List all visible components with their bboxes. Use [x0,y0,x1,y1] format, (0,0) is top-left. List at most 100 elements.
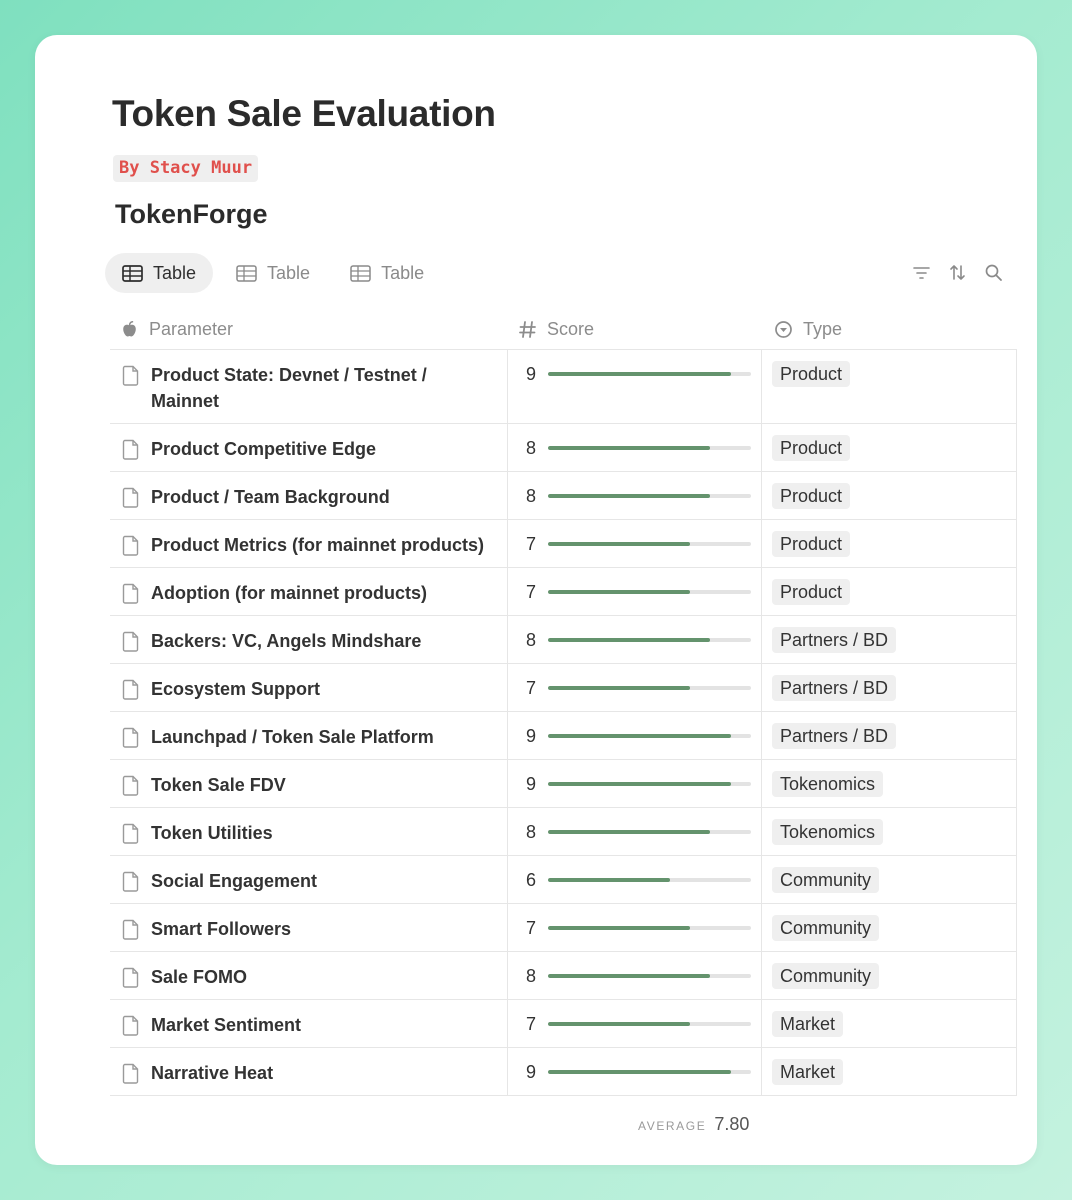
score-cell[interactable]: 8 [508,808,762,855]
score-cell[interactable]: 7 [508,520,762,567]
type-cell[interactable]: Tokenomics [762,760,1017,807]
type-cell[interactable]: Product [762,472,1017,519]
parameter-cell[interactable]: Narrative Heat [110,1048,508,1095]
search-icon[interactable] [984,263,1003,282]
score-bar-fill [548,638,711,642]
type-cell[interactable]: Product [762,350,1017,423]
column-label-type: Type [803,319,843,339]
parameter-cell[interactable]: Launchpad / Token Sale Platform [110,712,508,759]
title-property-icon [123,321,136,337]
table-row[interactable]: Backers: VC, Angels Mindshare 8 Partners /… [110,616,1017,664]
table-row[interactable]: Ecosystem Support 7 Partners / BD [110,664,1017,712]
type-cell[interactable]: Community [762,856,1017,903]
score-bar [548,638,751,642]
score-cell[interactable]: 6 [508,856,762,903]
parameter-cell[interactable]: Ecosystem Support [110,664,508,711]
parameter-name: Backers: VC, Angels Mindshare [151,631,422,651]
column-header-parameter[interactable]: Parameter [110,319,508,340]
page-icon [122,823,139,844]
score-cell[interactable]: 9 [508,1048,762,1095]
score-cell[interactable]: 9 [508,712,762,759]
score-value: 7 [526,918,537,938]
type-cell[interactable]: Partners / BD [762,664,1017,711]
score-bar-fill [548,974,711,978]
table-row[interactable]: Narrative Heat 9 Market [110,1048,1017,1096]
table-row[interactable]: Token Sale FDV 9 Tokenomics [110,760,1017,808]
view-tab-table-3[interactable]: Table [333,253,441,293]
table-row[interactable]: Smart Followers 7 Community [110,904,1017,952]
page-icon [122,727,139,748]
table-row[interactable]: Product Metrics (for mainnet products) 7 P… [110,520,1017,568]
score-value: 9 [526,1062,537,1082]
parameter-cell[interactable]: Product / Team Background [110,472,508,519]
score-cell[interactable]: 9 [508,760,762,807]
score-cell[interactable]: 8 [508,952,762,999]
parameter-cell[interactable]: Smart Followers [110,904,508,951]
parameter-cell[interactable]: Product State: Devnet / Testnet / Mainne… [110,350,508,423]
score-bar-fill [548,590,691,594]
page-icon [122,439,139,460]
page-icon [122,1015,139,1036]
page-icon [122,583,139,604]
number-property-icon [519,321,536,338]
score-bar [548,446,751,450]
score-cell[interactable]: 8 [508,424,762,471]
table-row[interactable]: Product State: Devnet / Testnet / Mainne… [110,350,1017,424]
score-bar [548,1070,751,1074]
parameter-cell[interactable]: Product Metrics (for mainnet products) [110,520,508,567]
parameter-cell[interactable]: Token Utilities [110,808,508,855]
parameter-cell[interactable]: Social Engagement [110,856,508,903]
sort-icon[interactable] [948,263,967,282]
parameter-name: Product Competitive Edge [151,439,377,459]
column-header-type[interactable]: Type [762,319,1017,340]
parameter-cell[interactable]: Product Competitive Edge [110,424,508,471]
table-row[interactable]: Launchpad / Token Sale Platform 9 Partners… [110,712,1017,760]
score-bar [548,1022,751,1026]
parameter-cell[interactable]: Token Sale FDV [110,760,508,807]
score-cell[interactable]: 7 [508,904,762,951]
page-icon [122,535,139,556]
score-cell[interactable]: 9 [508,350,762,423]
parameter-cell[interactable]: Adoption (for mainnet products) [110,568,508,615]
type-cell[interactable]: Product [762,520,1017,567]
score-bar-fill [548,542,691,546]
score-cell[interactable]: 7 [508,664,762,711]
parameter-name: Launchpad / Token Sale Platform [151,727,434,747]
view-tab-table-1[interactable]: Table [105,253,214,293]
score-cell[interactable]: 8 [508,616,762,663]
table-row[interactable]: Adoption (for mainnet products) 7 Product [110,568,1017,616]
score-cell[interactable]: 8 [508,472,762,519]
type-cell[interactable]: Product [762,424,1017,471]
type-cell[interactable]: Community [762,904,1017,951]
type-cell[interactable]: Partners / BD [762,616,1017,663]
table-row[interactable]: Social Engagement 6 Community [110,856,1017,904]
table-row[interactable]: Market Sentiment 7 Market [110,1000,1017,1048]
type-cell[interactable]: Community [762,952,1017,999]
score-cell[interactable]: 7 [508,568,762,615]
average-label: AVERAGE [638,1119,707,1133]
parameter-cell[interactable]: Sale FOMO [110,952,508,999]
parameter-cell[interactable]: Backers: VC, Angels Mindshare [110,616,508,663]
type-cell[interactable]: Market [762,1000,1017,1047]
parameter-name: Ecosystem Support [151,679,321,699]
score-bar-fill [548,878,670,882]
score-cell[interactable]: 7 [508,1000,762,1047]
type-cell[interactable]: Tokenomics [762,808,1017,855]
table-row[interactable]: Product Competitive Edge 8 Product [110,424,1017,472]
type-cell[interactable]: Market [762,1048,1017,1095]
score-value: 8 [526,822,537,842]
score-bar-fill [548,830,711,834]
table-row[interactable]: Product / Team Background 8 Product [110,472,1017,520]
table-row[interactable]: Sale FOMO 8 Community [110,952,1017,1000]
type-cell[interactable]: Product [762,568,1017,615]
score-bar-fill [548,494,711,498]
table-row[interactable]: Token Utilities 8 Tokenomics [110,808,1017,856]
type-tag: Tokenomics [772,819,884,845]
filter-icon[interactable] [912,263,931,282]
parameter-cell[interactable]: Market Sentiment [110,1000,508,1047]
view-tab-table-2[interactable]: Table [219,253,327,293]
average-value: 7.80 [714,1114,750,1134]
column-header-score[interactable]: Score [508,319,762,340]
type-cell[interactable]: Partners / BD [762,712,1017,759]
page-icon [122,631,139,652]
